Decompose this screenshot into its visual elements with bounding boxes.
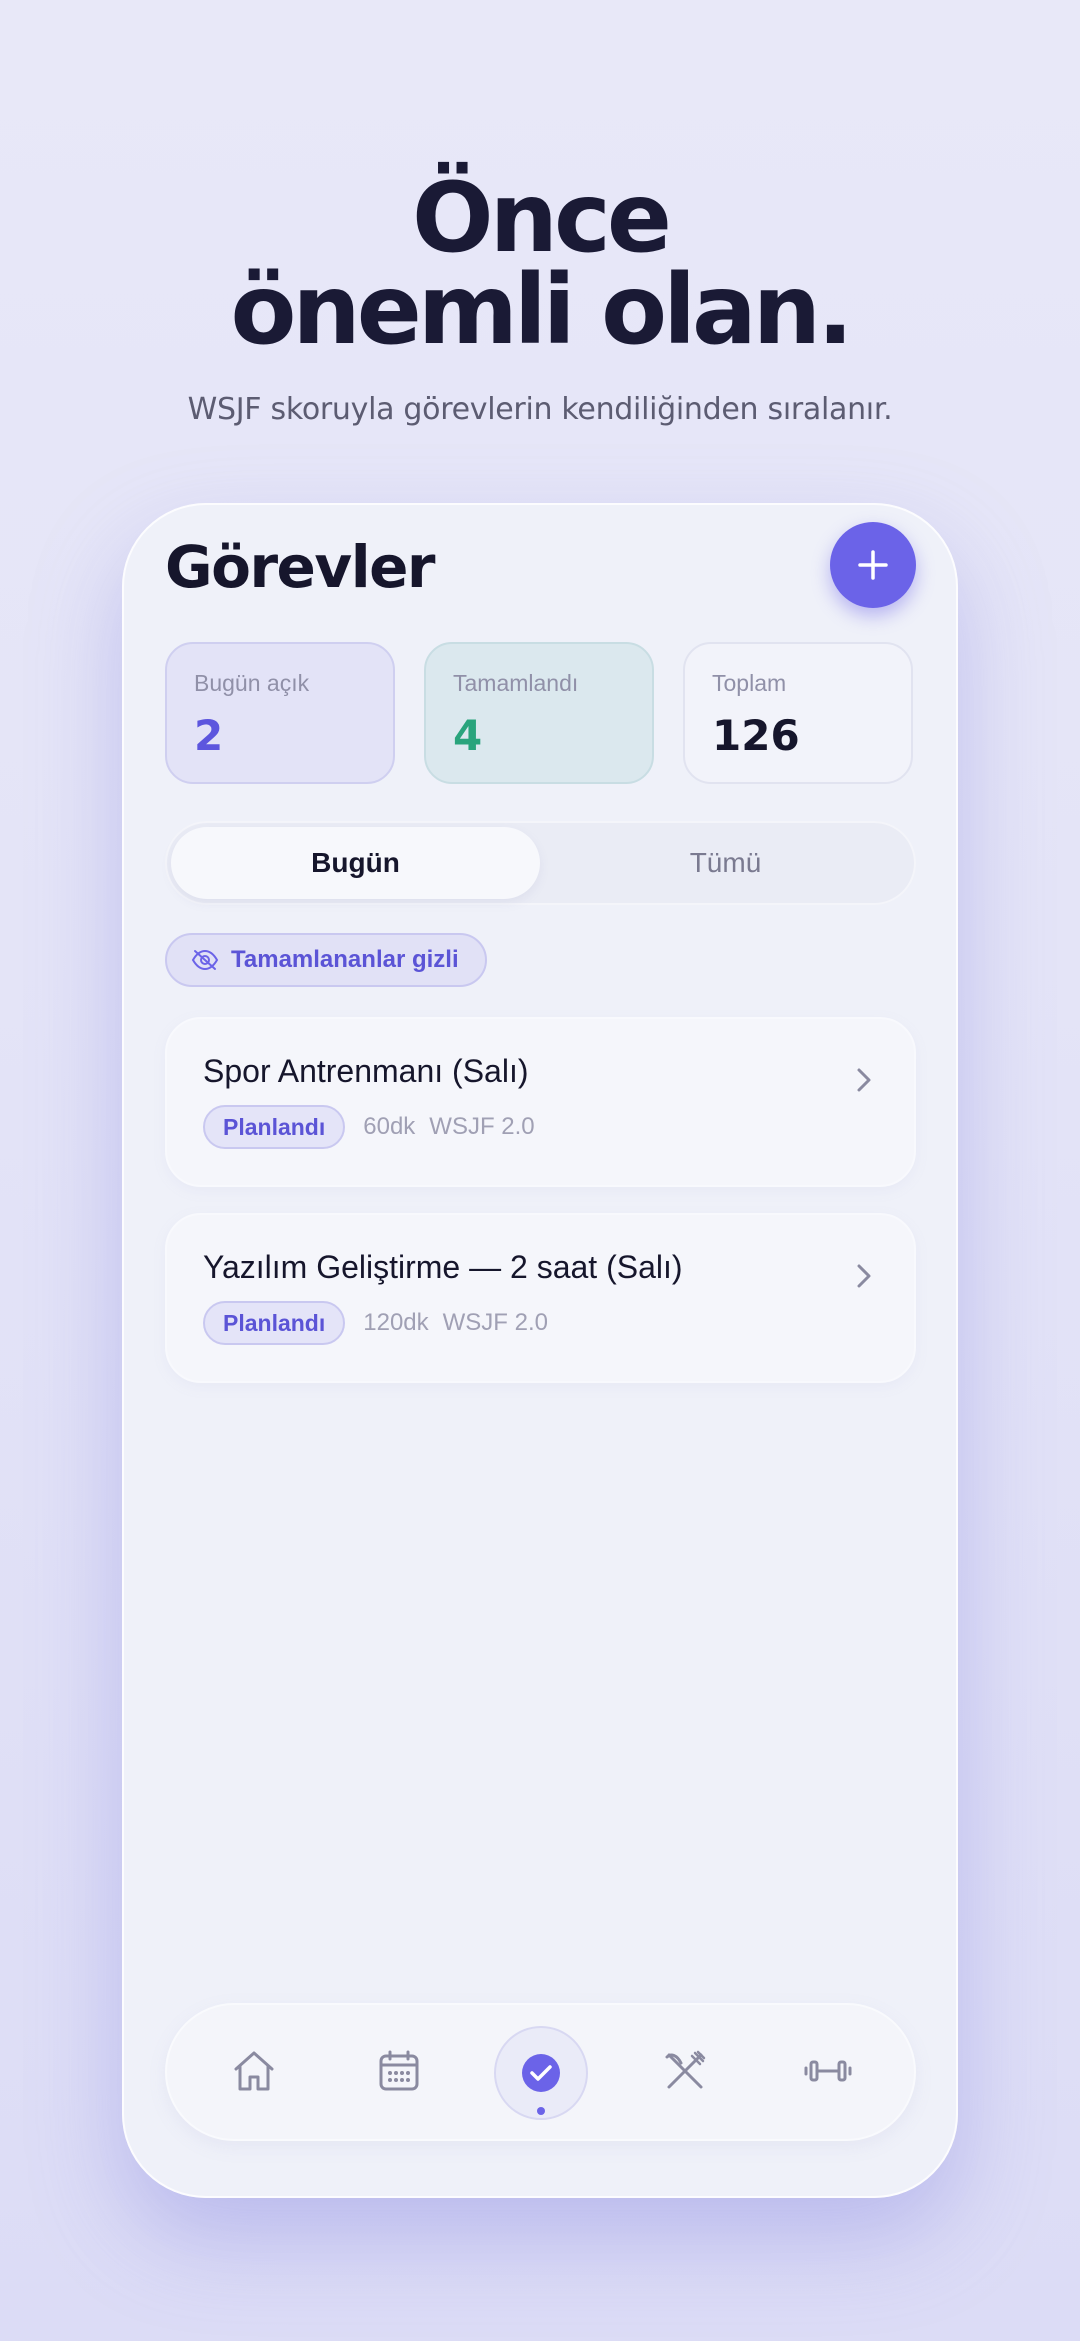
task-card[interactable]: Spor Antrenmanı (Salı) Planlandı 60dk WS… xyxy=(165,1017,916,1187)
chevron-right-icon xyxy=(857,1068,871,1092)
stat-label: Tamamlandı xyxy=(453,670,579,696)
stat-value: 4 xyxy=(453,711,483,760)
nav-home[interactable] xyxy=(224,2041,284,2101)
chip-label: Tamamlananlar gizli xyxy=(231,946,459,973)
task-meta: Planlandı 120dk WSJF 2.0 xyxy=(203,1301,548,1345)
nav-tasks[interactable] xyxy=(494,2026,588,2120)
tab-today[interactable]: Bugün xyxy=(171,827,540,899)
dumbbell-icon xyxy=(804,2060,852,2082)
task-wsjf: WSJF 2.0 xyxy=(442,1309,548,1336)
task-title: Yazılım Geliştirme — 2 saat (Salı) xyxy=(203,1249,683,1285)
calendar-icon xyxy=(379,2050,419,2091)
phone-screen: Görevler Bugün açık 2 Tamamlandı 4 Topla… xyxy=(122,503,958,2198)
home-icon xyxy=(234,2051,274,2091)
status-badge: Planlandı xyxy=(203,1301,346,1345)
hero-title-line1: Önce xyxy=(412,162,672,274)
task-duration: 120dk xyxy=(363,1309,429,1336)
add-task-button[interactable] xyxy=(830,522,916,608)
stat-label: Bugün açık xyxy=(194,670,310,696)
stat-total: Toplam 126 xyxy=(683,642,913,784)
stat-value: 126 xyxy=(712,711,800,760)
fork-knife-icon xyxy=(665,2050,706,2089)
status-badge: Planlandı xyxy=(203,1105,346,1149)
page-title: Görevler xyxy=(165,533,436,601)
nav-calendar[interactable] xyxy=(369,2041,429,2101)
task-card[interactable]: Yazılım Geliştirme — 2 saat (Salı) Planl… xyxy=(165,1213,916,1383)
stat-value: 2 xyxy=(194,711,224,760)
task-wsjf: WSJF 2.0 xyxy=(429,1113,535,1140)
task-meta: Planlandı 60dk WSJF 2.0 xyxy=(203,1105,535,1149)
plus-icon xyxy=(858,550,888,580)
hero-title-line2: önemli olan. xyxy=(230,254,853,366)
tab-all[interactable]: Tümü xyxy=(541,827,910,899)
stat-label: Toplam xyxy=(712,670,787,696)
segmented-control: Bugün Tümü xyxy=(165,821,916,905)
eye-off-icon xyxy=(191,949,219,971)
hero-subtitle: WSJF skoruyla görevlerin kendiliğinden s… xyxy=(187,392,893,427)
stat-open-today: Bugün açık 2 xyxy=(165,642,395,784)
task-title: Spor Antrenmanı (Salı) xyxy=(203,1053,529,1089)
nav-meals[interactable] xyxy=(655,2041,715,2101)
nav-workout[interactable] xyxy=(798,2041,858,2101)
stat-completed: Tamamlandı 4 xyxy=(424,642,654,784)
hide-completed-chip[interactable]: Tamamlananlar gizli xyxy=(165,933,487,987)
chevron-right-icon xyxy=(857,1264,871,1288)
active-indicator-dot xyxy=(537,2107,545,2115)
tasks-check-icon xyxy=(522,2054,560,2092)
task-duration: 60dk xyxy=(363,1113,416,1140)
hero-title: Önce önemli olan. xyxy=(0,162,1080,366)
bottom-nav xyxy=(165,2003,916,2141)
